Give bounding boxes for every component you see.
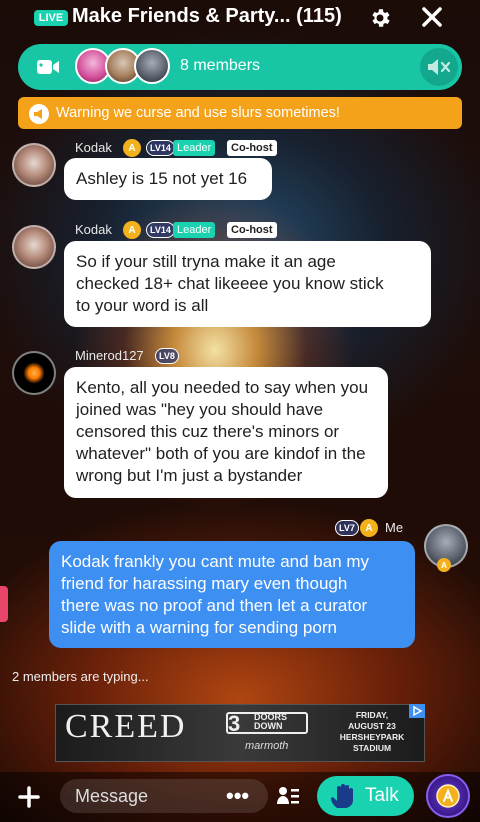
message-line: Kento, all you needed to say when you [76, 378, 369, 397]
ad-choices-icon[interactable] [409, 704, 425, 718]
my-message-bubble[interactable]: Kodak frankly you cant mute and ban my f… [49, 541, 415, 648]
ad-event-line: STADIUM [352, 743, 392, 753]
gear-icon[interactable] [368, 6, 392, 30]
ad-event-line: AUGUST 23 [348, 721, 396, 731]
raised-hand-icon [331, 784, 353, 808]
message-line: censored this cuz there's minors or [76, 422, 340, 441]
coin-icon [436, 784, 460, 808]
ad-brand: CREED [65, 708, 187, 745]
message-bubble[interactable]: Ashley is 15 not yet 16 [64, 158, 272, 200]
ad-event-line: FRIDAY, [355, 710, 389, 720]
ad-band-number: 3 [228, 711, 241, 736]
chat-title[interactable]: Make Friends & Party... (115) [72, 5, 342, 28]
message-line: Kodak frankly you cant mute and ban my [61, 552, 370, 571]
message-line: slide with a warning for sending porn [61, 618, 337, 637]
sender-name: Me [385, 520, 404, 535]
megaphone-icon [29, 104, 49, 124]
typing-indicator: 2 members are typing... [12, 669, 149, 684]
level-badge: LV14 [146, 140, 175, 156]
ad-event-line: HERSHEYPARK [339, 732, 405, 742]
close-icon[interactable] [420, 5, 444, 29]
message-line: checked 18+ chat likeeee you know stick [76, 274, 384, 293]
plus-icon[interactable] [17, 785, 41, 809]
members-count[interactable]: 8 members [180, 57, 260, 75]
contacts-list-icon[interactable] [276, 784, 300, 808]
speaker-muted-icon [428, 59, 451, 75]
sender-name[interactable]: Minerod127 [75, 348, 144, 363]
message-line: So if your still tryna make it an age [76, 252, 336, 271]
message-bubble[interactable]: Kento, all you needed to say when you jo… [64, 367, 388, 498]
ad-event-info: FRIDAY, AUGUST 23 HERSHEYPARK STADIUM [332, 710, 412, 754]
message-line: whatever" both of you are kindof in the [76, 444, 366, 463]
talk-label: Talk [365, 785, 399, 806]
level-badge: LV8 [155, 348, 179, 364]
ad-band-words: DOORS DOWN [254, 713, 287, 731]
ad-sponsor: marmoth [245, 740, 289, 752]
mute-button[interactable] [420, 48, 458, 86]
live-badge: LIVE [34, 10, 68, 26]
more-options-icon[interactable]: ••• [226, 785, 252, 807]
leader-tag: Leader [173, 140, 216, 156]
gold-badge-icon: A [123, 139, 141, 157]
ad-band-line: DOWN [254, 721, 283, 731]
level-badge: LV7 [335, 520, 359, 536]
avatar[interactable] [12, 225, 56, 269]
leader-tag: Leader [173, 222, 216, 238]
gold-badge-icon: A [123, 221, 141, 239]
video-camera-icon[interactable] [36, 56, 60, 78]
cohost-tag: Co-host [227, 222, 277, 238]
message-line: wrong but I'm just a bystander [76, 466, 303, 485]
message-line: friend for harassing mary even though [61, 574, 348, 593]
message-line: to your word is all [76, 296, 209, 315]
member-avatar[interactable] [134, 48, 170, 84]
sender-name[interactable]: Kodak [75, 222, 112, 237]
sender-name[interactable]: Kodak [75, 140, 112, 155]
gold-badge-icon: A [360, 519, 378, 537]
cohost-tag: Co-host [227, 140, 277, 156]
message-text: Ashley is 15 not yet 16 [76, 169, 248, 188]
side-drawer-handle[interactable] [0, 586, 8, 622]
avatar[interactable] [12, 351, 56, 395]
message-line: joined was "hey you should have [76, 400, 324, 419]
avatar[interactable] [12, 143, 56, 187]
message-line: there was no proof and then let a curato… [61, 596, 368, 615]
gold-badge-icon: A [437, 558, 451, 572]
message-bubble[interactable]: So if your still tryna make it an age ch… [64, 241, 431, 327]
warning-text: Warning we curse and use slurs sometimes… [56, 105, 340, 121]
level-badge: LV14 [146, 222, 175, 238]
